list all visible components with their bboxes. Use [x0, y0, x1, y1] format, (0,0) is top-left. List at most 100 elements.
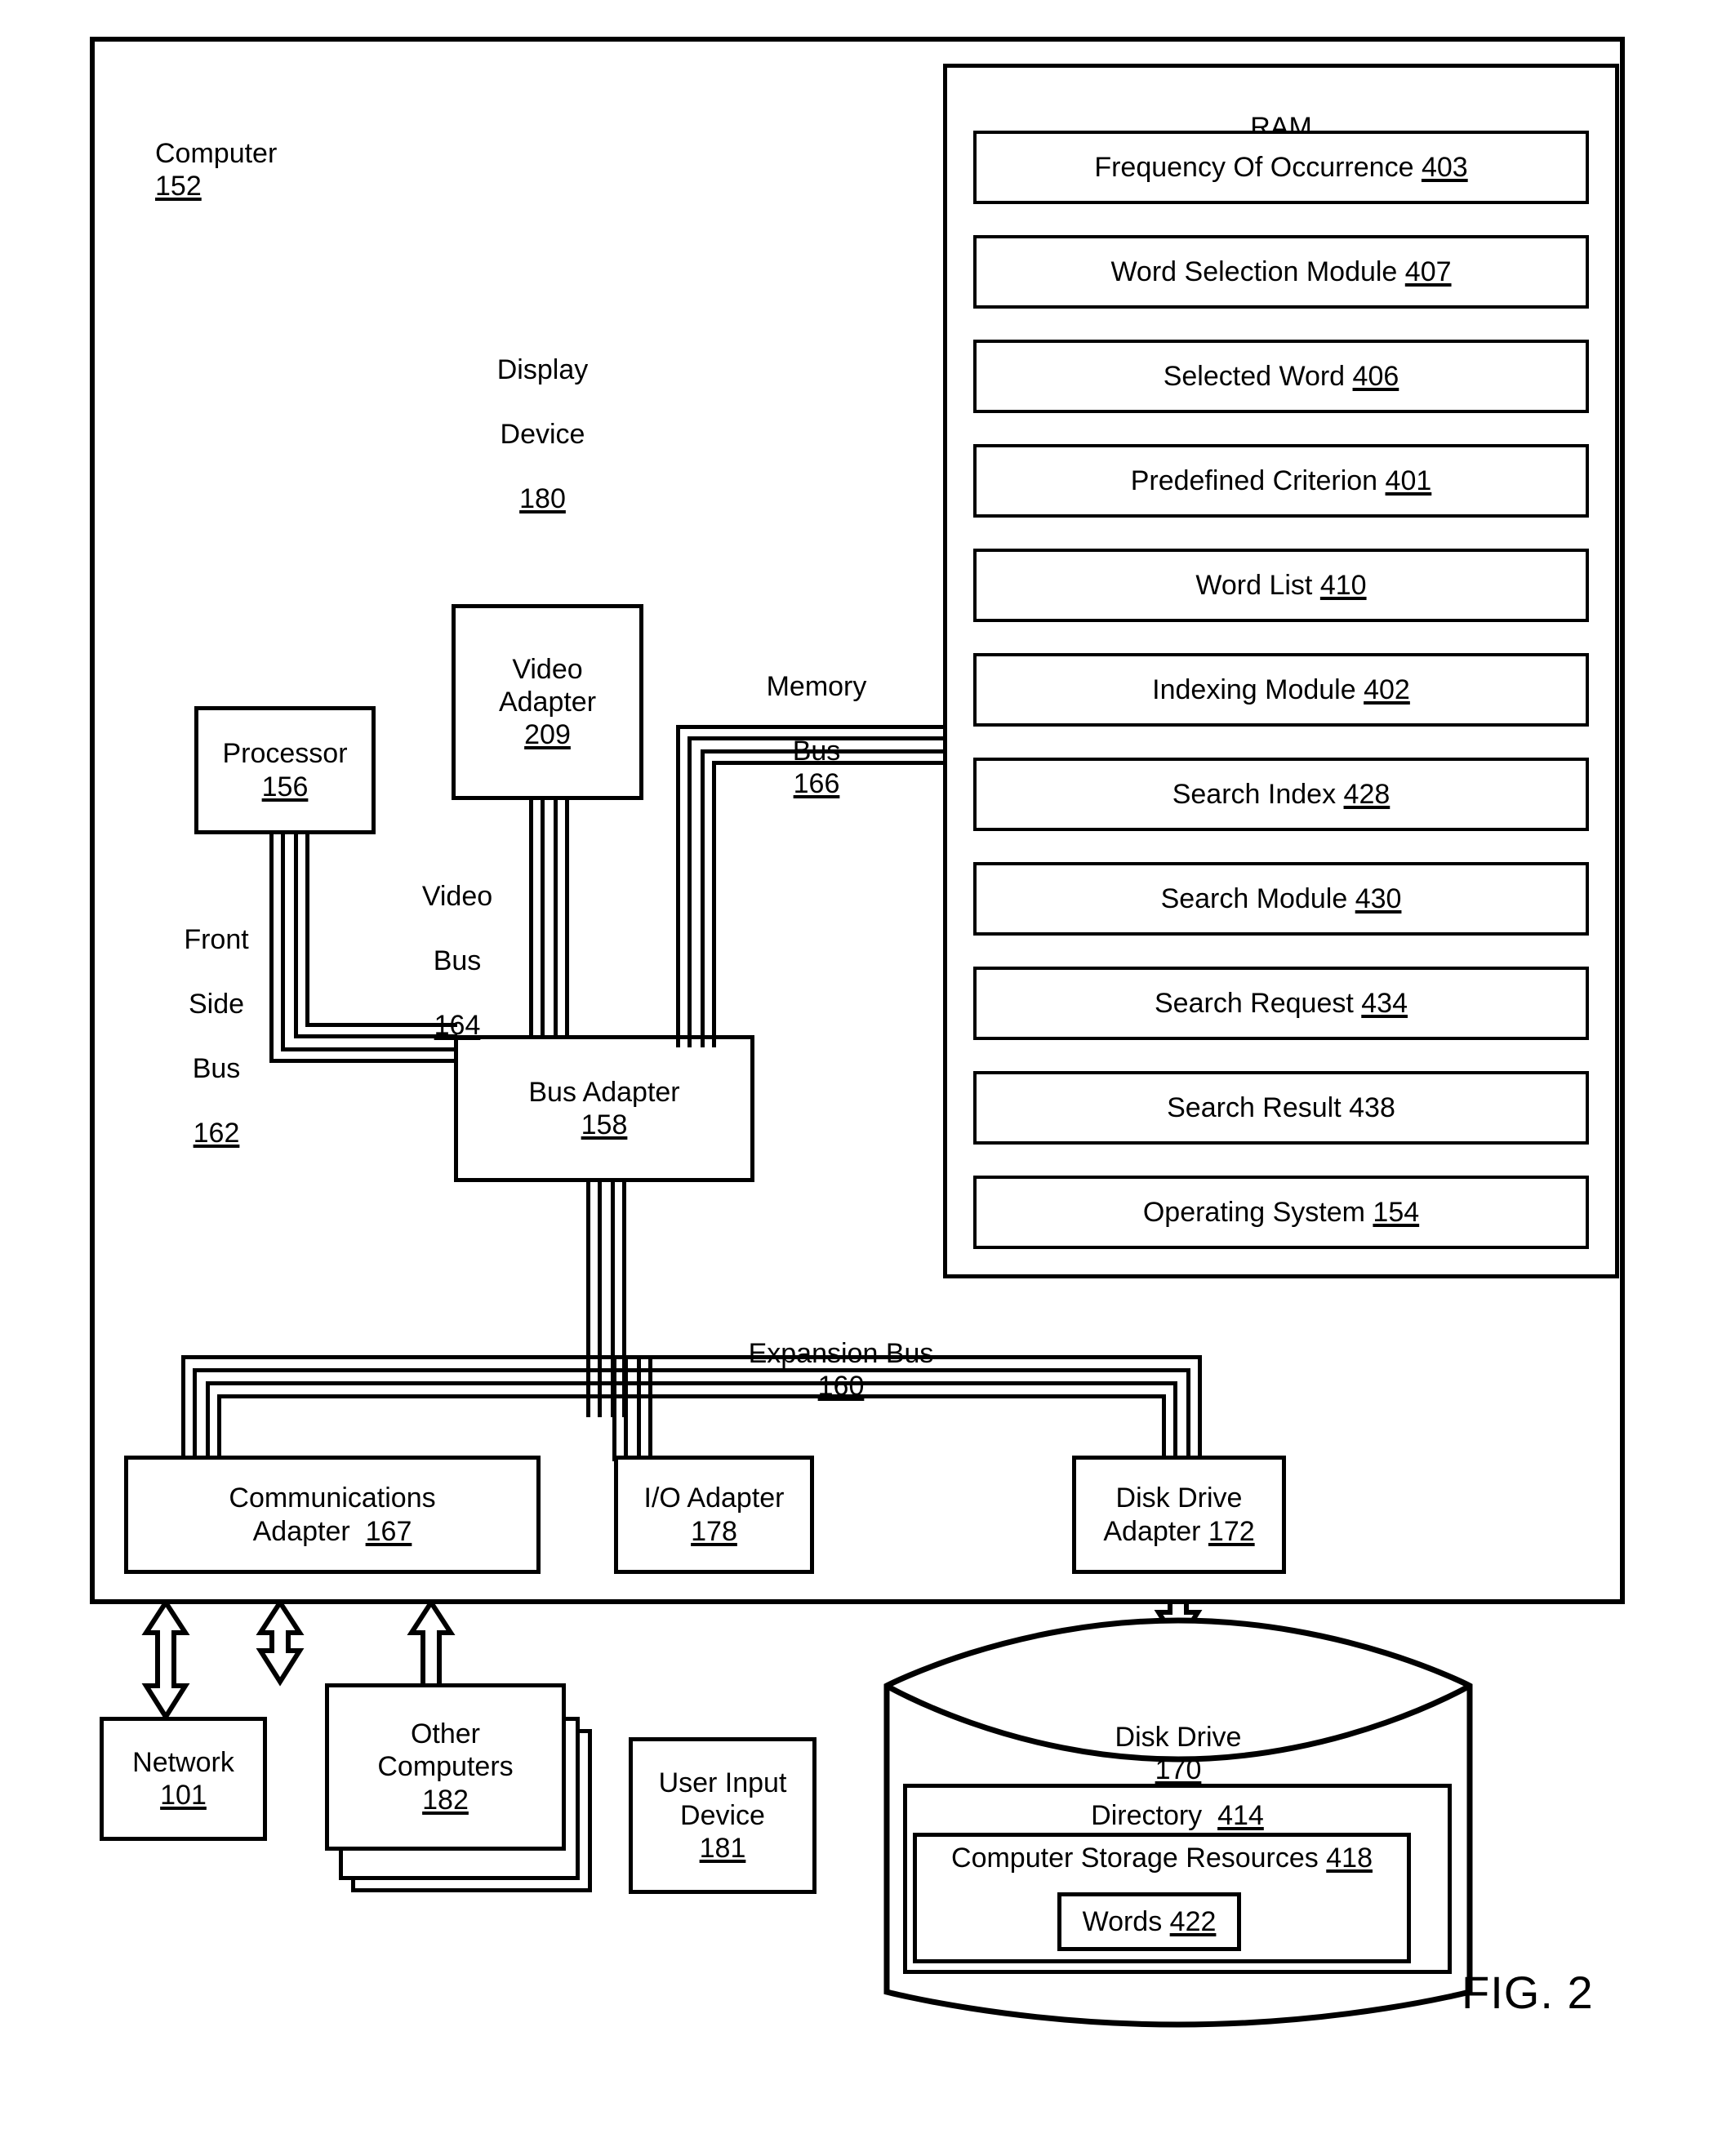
user-input-ref: 181 — [699, 1833, 746, 1865]
io-adapter-line1: I/O Adapter — [643, 1483, 785, 1514]
ram-item-text: Word Selection Module 407 — [1110, 256, 1451, 288]
ram-item-text: Indexing Module 402 — [1152, 673, 1410, 706]
processor-ref: 156 — [261, 771, 309, 802]
ram-item-label: Word List — [1195, 569, 1313, 601]
ram-item-ref: 428 — [1343, 778, 1391, 810]
io-adapter-ref: 178 — [691, 1515, 737, 1547]
comms-adapter-line1: Communications — [229, 1483, 436, 1514]
ram-item-box: Word Selection Module 407 — [973, 235, 1589, 309]
other-computers-line1: Other — [410, 1718, 481, 1750]
storage-resources-label: Computer Storage Resources — [951, 1843, 1319, 1874]
communications-adapter-box: Communications Adapter 167 — [124, 1456, 541, 1574]
disk-drive-ref: 170 — [1155, 1754, 1202, 1785]
ram-item-ref: 430 — [1355, 882, 1402, 914]
video-adapter-ref: 209 — [524, 719, 571, 751]
directory-label-wrap: Directory 414 — [1091, 1799, 1264, 1832]
disk-drive-adapter-line1: Disk Drive — [1115, 1483, 1243, 1514]
ram-item-ref: 434 — [1361, 987, 1408, 1019]
other-computers-ref: 182 — [422, 1784, 469, 1816]
ram-item-box: Selected Word 406 — [973, 340, 1589, 413]
processor-label: Processor — [222, 738, 348, 770]
ram-item-text: Word List 410 — [1195, 569, 1366, 602]
figure-label: FIG. 2 — [1462, 1967, 1594, 2018]
ram-item-text: Predefined Criterion 401 — [1131, 465, 1432, 497]
comms-adapter-line2-wrap: Adapter 167 — [253, 1515, 412, 1548]
user-input-line2: Device — [680, 1799, 765, 1831]
ram-item-label: Search Result — [1167, 1091, 1342, 1123]
ram-item-ref: 402 — [1364, 673, 1410, 705]
ram-item-text: Frequency Of Occurrence 403 — [1094, 151, 1467, 184]
io-adapter-bus-drop — [612, 1355, 653, 1461]
comms-adapter-line2: Adapter — [252, 1515, 350, 1547]
directory-label: Directory — [1091, 1800, 1203, 1831]
arrow-comms-network — [141, 1598, 190, 1722]
words-box: Words 422 — [1057, 1892, 1241, 1951]
ram-item-label: Search Request — [1155, 987, 1354, 1019]
ram-item-label: Search Index — [1172, 778, 1337, 810]
storage-resources-label-wrap: Computer Storage Resources 418 — [951, 1842, 1373, 1874]
ram-item-label: Indexing Module — [1152, 673, 1356, 705]
network-label: Network — [132, 1746, 234, 1778]
ram-item-text: Selected Word 406 — [1164, 360, 1399, 393]
io-adapter-box: I/O Adapter 178 — [614, 1456, 814, 1574]
ram-item-label: Search Module — [1160, 882, 1348, 914]
expansion-bus-ribbon — [181, 1355, 1202, 1461]
bus-adapter-box: Bus Adapter 158 — [454, 1035, 754, 1182]
ram-item-ref: 154 — [1373, 1196, 1420, 1228]
disk-drive-adapter-line2-wrap: Adapter 172 — [1103, 1515, 1254, 1548]
disk-drive-label: Disk Drive — [1115, 1722, 1242, 1754]
network-ref: 101 — [160, 1780, 207, 1811]
comms-adapter-ref: 167 — [365, 1515, 412, 1547]
ram-item-box: Word List 410 — [973, 549, 1589, 622]
words-label: Words — [1082, 1905, 1163, 1937]
directory-ref: 414 — [1217, 1800, 1264, 1831]
memory-bus-line1: Memory — [766, 671, 867, 703]
video-bus-ribbon — [529, 798, 570, 1037]
storage-resources-ref: 418 — [1326, 1843, 1373, 1874]
ram-item-ref: 403 — [1421, 151, 1468, 183]
ram-item-box: Search Request 434 — [973, 967, 1589, 1040]
video-adapter-line2: Adapter — [498, 686, 597, 718]
ram-item-box: Indexing Module 402 — [973, 653, 1589, 727]
display-device-ref: 180 — [519, 483, 566, 515]
memory-bus-ribbon — [676, 725, 946, 1047]
bus-adapter-ref: 158 — [581, 1109, 628, 1140]
display-device-line2: Device — [500, 419, 585, 451]
arrow-comms-other-computers — [256, 1598, 305, 1687]
ram-item-text: Operating System 154 — [1143, 1196, 1419, 1229]
ram-item-ref: 438 — [1349, 1091, 1395, 1123]
ram-item-label: Predefined Criterion — [1130, 465, 1378, 496]
other-computers-line2: Computers — [377, 1751, 514, 1783]
ram-item-box: Frequency Of Occurrence 403 — [973, 131, 1589, 204]
network-box: Network 101 — [100, 1717, 267, 1841]
ram-item-box: Search Index 428 — [973, 758, 1589, 831]
figure-canvas: Computer 152 RAM 168 Frequency Of Occurr… — [0, 0, 1722, 2156]
computer-label: Computer — [155, 138, 278, 170]
ram-item-text: Search Module 430 — [1161, 882, 1402, 915]
display-device-text: Display Device 180 — [451, 322, 634, 516]
processor-box: Processor 156 — [194, 706, 376, 834]
video-adapter-line1: Video — [512, 653, 583, 685]
fsb-line1: Front — [184, 924, 249, 956]
ram-item-label: Selected Word — [1163, 360, 1346, 392]
ram-item-ref: 401 — [1385, 465, 1432, 496]
ram-item-label: Operating System — [1142, 1196, 1365, 1228]
fsb-line3: Bus — [192, 1053, 241, 1085]
ram-item-text: Search Request 434 — [1155, 987, 1408, 1020]
ram-item-ref: 406 — [1352, 360, 1399, 392]
ram-item-box: Operating System 154 — [973, 1176, 1589, 1249]
disk-drive-title: Disk Drive 170 — [887, 1690, 1470, 1786]
words-label-wrap: Words 422 — [1083, 1905, 1217, 1938]
computer-ref: 152 — [155, 170, 202, 202]
disk-drive-adapter-box: Disk Drive Adapter 172 — [1072, 1456, 1286, 1574]
front-side-bus-label: Front Side Bus 162 — [163, 892, 269, 1150]
user-input-line1: User Input — [658, 1767, 787, 1798]
video-adapter-box: Video Adapter 209 — [452, 604, 643, 800]
ram-item-label: Word Selection Module — [1110, 256, 1398, 287]
ram-item-ref: 410 — [1319, 569, 1367, 601]
disk-drive-adapter-line2: Adapter — [1103, 1515, 1201, 1547]
ram-item-box: Search Result 438 — [973, 1071, 1589, 1145]
fsb-ref: 162 — [193, 1118, 240, 1149]
other-computers-box: Other Computers 182 — [325, 1683, 566, 1851]
ram-item-box: Predefined Criterion 401 — [973, 444, 1589, 518]
